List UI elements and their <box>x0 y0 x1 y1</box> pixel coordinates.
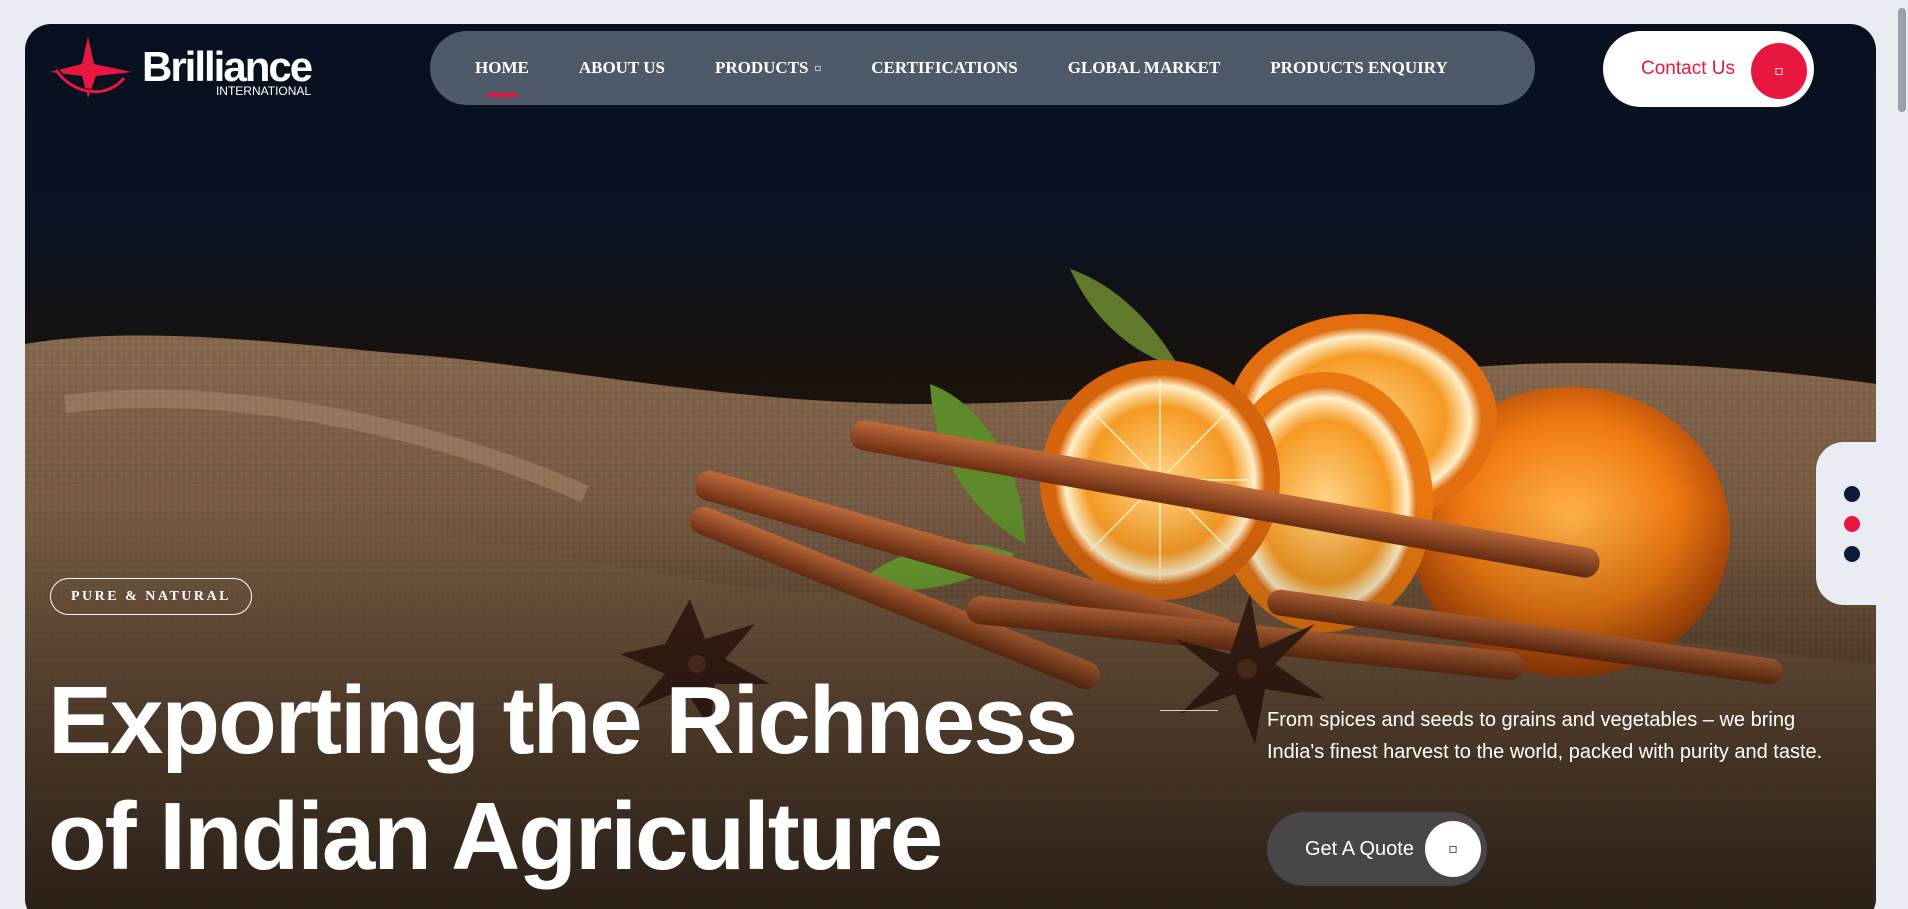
contact-us-button[interactable]: Contact Us ▫ <box>1603 31 1814 107</box>
nav-item-label: ABOUT US <box>578 58 665 77</box>
hero-headline-line-1: Exporting the Richness <box>48 667 1078 774</box>
nav-item-label: PRODUCTS <box>714 58 809 77</box>
brand-logo[interactable]: Brilliance INTERNATIONAL <box>48 34 313 100</box>
arrow-icon: ▫ <box>1751 43 1807 99</box>
hero-headline-line-2: of Indian Agriculture <box>48 783 943 890</box>
nav-item-label: PRODUCTS ENQUIRY <box>1270 58 1448 77</box>
slider-dot-3[interactable] <box>1844 546 1860 562</box>
brand-wordmark: Brilliance INTERNATIONAL <box>142 43 313 98</box>
hero-description: From spices and seeds to grains and vege… <box>1267 709 1823 763</box>
main-navigation: HOME ABOUT US PRODUCTS ▫ CERTIFICATIONS … <box>430 31 1535 105</box>
red-star-swoosh-icon <box>50 36 132 98</box>
nav-item-label: CERTIFICATIONS <box>871 58 1018 77</box>
divider-line <box>1160 710 1218 711</box>
dropdown-icon: ▫ <box>814 62 822 74</box>
nav-item-global-market[interactable]: GLOBAL MARKET <box>1068 58 1221 78</box>
slider-dot-1[interactable] <box>1844 486 1860 502</box>
hero-badge: PURE & NATURAL <box>50 578 252 615</box>
nav-item-label: HOME <box>475 58 529 77</box>
nav-item-label: GLOBAL MARKET <box>1067 58 1221 77</box>
hero-headline: Exporting the Richness of Indian Agricul… <box>48 663 1078 895</box>
arrow-icon: ▫ <box>1425 821 1481 877</box>
nav-item-products-enquiry[interactable]: PRODUCTS ENQUIRY <box>1270 58 1447 78</box>
nav-item-home[interactable]: HOME <box>475 58 529 97</box>
nav-item-products[interactable]: PRODUCTS ▫ <box>715 58 821 78</box>
brand-subtitle: INTERNATIONAL <box>215 84 312 98</box>
nav-item-certifications[interactable]: CERTIFICATIONS <box>871 58 1017 78</box>
get-a-quote-label: Get A Quote <box>1305 837 1414 860</box>
brand-name: Brilliance <box>142 43 313 90</box>
slider-dot-2[interactable] <box>1844 516 1860 532</box>
contact-us-label: Contact Us <box>1641 58 1735 79</box>
get-a-quote-button[interactable]: Get A Quote ▫ <box>1267 812 1487 886</box>
page-scrollbar[interactable] <box>1896 0 1908 909</box>
scrollbar-thumb[interactable] <box>1898 8 1906 112</box>
nav-item-about-us[interactable]: ABOUT US <box>579 58 665 78</box>
